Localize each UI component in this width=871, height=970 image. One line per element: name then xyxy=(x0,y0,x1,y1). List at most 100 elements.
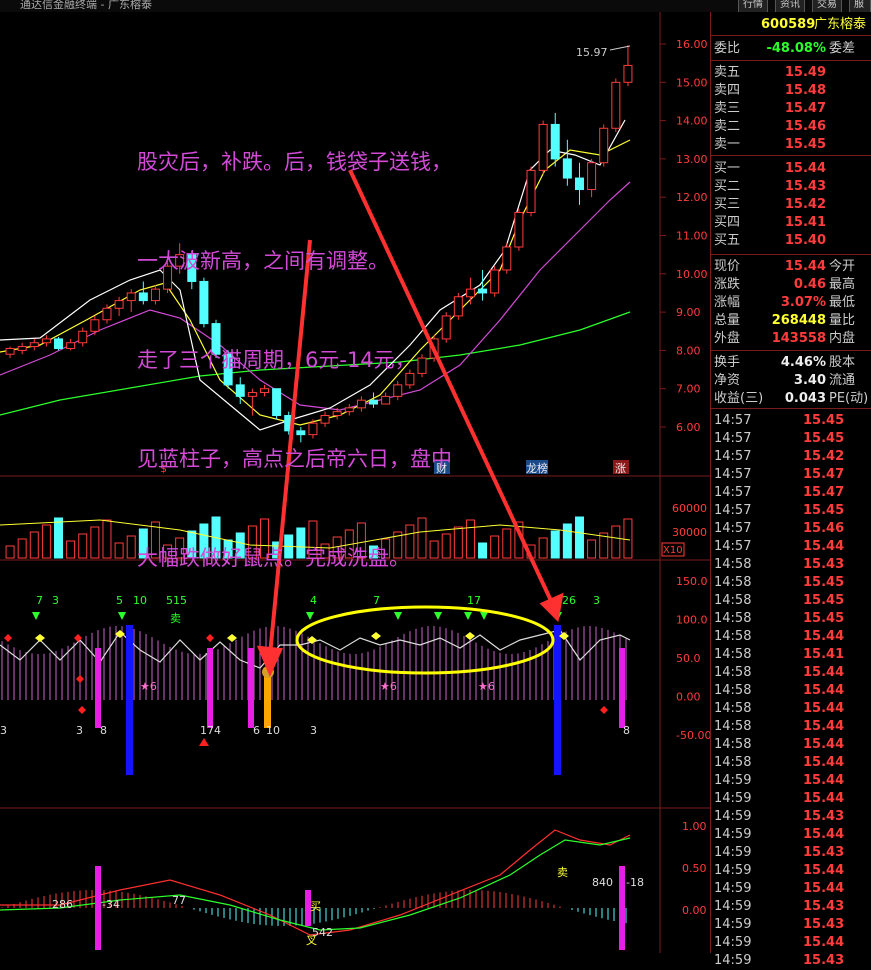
svg-text:5: 5 xyxy=(116,594,123,607)
tick-row: 14:59 15.43 xyxy=(714,917,845,932)
svg-text:3: 3 xyxy=(0,724,7,737)
macd-tick: 0.00 xyxy=(682,904,707,917)
tick-row: 14:59 15.44 xyxy=(714,935,845,950)
tab-service[interactable]: 服务 xyxy=(849,0,871,12)
tick-row: 14:59 15.44 xyxy=(714,863,845,878)
tick-row: 14:58 15.45 xyxy=(714,611,845,626)
svg-text:3: 3 xyxy=(310,724,317,737)
candle-body xyxy=(5,347,15,355)
candle-body xyxy=(611,81,621,129)
volume-bar xyxy=(126,535,136,559)
annotation-line-1: 股灾后，补跌。后，钱袋子送钱， xyxy=(137,150,452,174)
red-triangle-marker xyxy=(199,738,209,746)
macd-dea-line xyxy=(0,837,631,931)
price-tick: 16.00 xyxy=(676,38,708,51)
tick-row: 14:58 15.44 xyxy=(714,755,845,770)
price-tick: 15.00 xyxy=(676,76,708,89)
tab-market[interactable]: 行情 xyxy=(738,0,768,12)
event-badge-limit[interactable]: 涨 xyxy=(615,462,626,475)
stock-code: 600589 xyxy=(761,17,816,32)
macd-cross-label: 叉 xyxy=(306,934,317,947)
ask-row: 卖四 15.48 xyxy=(714,83,826,98)
indicator-tick: 150.0 xyxy=(676,575,708,588)
volume-bar xyxy=(90,526,100,559)
svg-text:7: 7 xyxy=(36,594,43,607)
magenta-bar-3 xyxy=(248,648,254,728)
annotation-line-5: 大幅跌做好鼠点。完成洗盘。 xyxy=(137,546,410,570)
tick-row: 14:57 15.45 xyxy=(714,503,845,518)
indicator-tick: 0.00 xyxy=(676,691,701,704)
candle-body xyxy=(29,342,39,348)
tick-row: 14:57 15.44 xyxy=(714,539,845,554)
tick-row: 14:58 15.44 xyxy=(714,683,845,698)
volume-bar xyxy=(17,538,27,559)
candle-body xyxy=(587,162,597,191)
volume-bar xyxy=(562,523,572,559)
volume-bar xyxy=(611,525,621,559)
indicator-tick: 100.0 xyxy=(676,614,708,627)
bid-row: 买五 15.40 xyxy=(714,233,826,248)
svg-text:174: 174 xyxy=(200,724,221,737)
candle-body xyxy=(562,158,572,179)
tick-row: 14:58 15.45 xyxy=(714,575,845,590)
ask-row: 卖一 15.45 xyxy=(714,137,826,152)
price-tick: 13.00 xyxy=(676,153,708,166)
magenta-bar-1 xyxy=(95,648,101,728)
indicator-axis: 150.0 100.0 50.0 0.00 -50.00 xyxy=(676,575,710,742)
tick-row: 14:59 15.44 xyxy=(714,773,845,788)
tick-row: 14:58 15.43 xyxy=(714,557,845,572)
annotation-line-4: 见蓝柱子，高点之后帝六日，盘中 xyxy=(137,447,452,471)
price-tick: 14.00 xyxy=(676,115,708,128)
macd-magenta-bar-1 xyxy=(95,866,101,950)
tick-row: 14:59 15.43 xyxy=(714,845,845,860)
tab-news[interactable]: 资讯 xyxy=(775,0,805,12)
tick-row: 14:59 15.44 xyxy=(714,827,845,842)
tick-row: 14:58 15.44 xyxy=(714,737,845,752)
candle-body xyxy=(574,177,584,191)
macd-magenta-bar-3 xyxy=(619,866,625,950)
tab-trade[interactable]: 交易 xyxy=(812,0,842,12)
bid-row: 买四 15.41 xyxy=(714,215,826,230)
indicator-tick: -50.00 xyxy=(676,729,710,742)
bid-row: 买二 15.43 xyxy=(714,179,826,194)
candle-body xyxy=(126,292,136,302)
svg-text:-18: -18 xyxy=(626,876,644,889)
indicator-sell-label: 卖 xyxy=(170,612,181,625)
peak-label: 15.97 xyxy=(576,46,608,59)
svg-text:8: 8 xyxy=(623,724,630,737)
tick-row: 14:58 15.44 xyxy=(714,719,845,734)
bid-row: 买三 15.42 xyxy=(714,197,826,212)
tick-row: 14:58 15.44 xyxy=(714,665,845,680)
annotation-line-3: 走了三个猫周期，6元-14元， xyxy=(137,348,416,372)
volume-axis: 60000 30000 X10 xyxy=(661,502,707,557)
tick-row: 14:59 15.43 xyxy=(714,809,845,824)
svg-text:26: 26 xyxy=(562,594,576,607)
ask-row: 卖二 15.46 xyxy=(714,119,826,134)
price-tick: 6.00 xyxy=(676,421,701,434)
quote-panel: 600589 广东榕泰 委比 -48.08% 委差 卖五 15.49 卖四 15.48… xyxy=(710,12,871,968)
volume-bar xyxy=(78,533,88,559)
svg-text:3: 3 xyxy=(593,594,600,607)
indicator-red-diamonds xyxy=(4,634,608,714)
blue-bar-left xyxy=(126,625,133,775)
volume-bar xyxy=(114,542,124,559)
indicator-star-labels: ★6 ★6 ★6 xyxy=(140,680,495,693)
magenta-bar-2 xyxy=(207,648,213,728)
stock-name: 广东榕泰 xyxy=(814,17,867,32)
volume-bar xyxy=(574,516,584,559)
tick-row: 14:57 15.42 xyxy=(714,449,845,464)
tick-row: 14:58 15.44 xyxy=(714,629,845,644)
volume-bar xyxy=(41,524,51,559)
candle-body xyxy=(17,346,27,351)
peak-pointer xyxy=(609,45,631,51)
tick-row: 14:57 15.47 xyxy=(714,467,845,482)
tick-row: 14:57 15.45 xyxy=(714,431,845,446)
svg-text:10: 10 xyxy=(266,724,280,737)
tick-row: 14:57 15.45 xyxy=(714,413,845,428)
magenta-bar-4 xyxy=(619,648,625,728)
stat2-row: 净资 3.40 流通 xyxy=(714,373,856,388)
svg-text:-34: -34 xyxy=(102,898,120,911)
orange-bar xyxy=(264,672,271,728)
volume-bar xyxy=(102,519,112,559)
tick-row: 14:58 15.45 xyxy=(714,593,845,608)
